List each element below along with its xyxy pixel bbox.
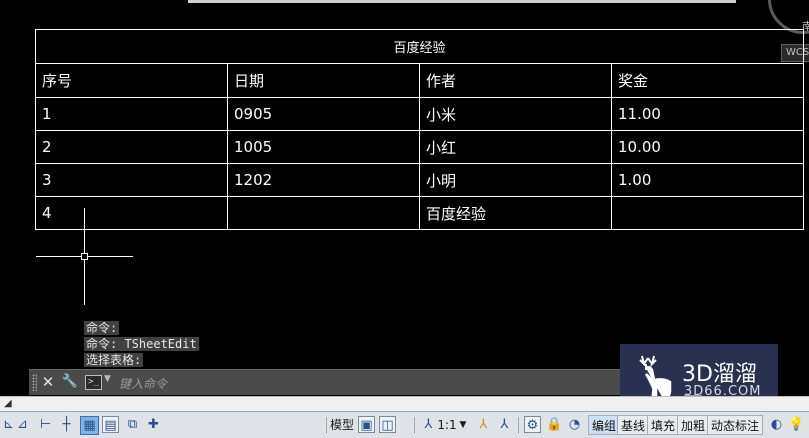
chevron-down-icon[interactable]: ▼ (458, 416, 468, 434)
gear-icon[interactable]: ⚙ (524, 416, 541, 433)
hardware-acceleration-icon[interactable]: ◔ (566, 416, 583, 433)
table-row: 3 1202 小明 1.00 (35, 163, 805, 197)
table-row: 2 1005 小红 10.00 (35, 130, 805, 164)
table-cell[interactable]: 1005 (227, 130, 420, 164)
crosshair-pickbox (81, 253, 88, 260)
command-prompt-icon[interactable]: >_ (85, 375, 102, 390)
header-cell-author[interactable]: 作者 (419, 63, 612, 98)
customize-wrench-icon[interactable]: 🔧 (61, 373, 79, 391)
table-cell[interactable]: 11.00 (610, 97, 805, 131)
layout-tab-row: ◢ (0, 396, 809, 411)
table-cell[interactable]: 0905 (227, 97, 420, 131)
status-separator (326, 417, 327, 433)
status-separator (518, 417, 519, 433)
layout-icon[interactable]: ▣ (358, 416, 375, 433)
snap-mode-icon[interactable]: ⊢ (37, 416, 54, 433)
table-cell[interactable]: 1202 (227, 163, 420, 197)
dynamic-dimension-button[interactable]: 动态标注 (707, 415, 764, 435)
chevron-down-icon[interactable]: ▼ (104, 374, 111, 384)
auto-scale-icon[interactable]: ⅄ (496, 416, 513, 433)
quick-view-icon[interactable]: ◫ (379, 416, 396, 433)
table-title-row: 百度经验 (34, 29, 805, 64)
infer-constraints-icon[interactable]: ⊿ (14, 416, 31, 433)
table-cell[interactable]: 小米 (419, 97, 612, 131)
grip-handle-icon[interactable] (32, 374, 37, 391)
table-header-row: 序号 日期 作者 奖金 (35, 63, 805, 98)
lock-icon[interactable]: 🔒 (546, 416, 563, 433)
table-cell[interactable]: 1 (35, 97, 228, 131)
table-cell[interactable] (227, 196, 420, 230)
table-row: 4 百度经验 (35, 196, 805, 230)
table-cell[interactable]: 3 (35, 163, 228, 197)
isolate-objects-icon[interactable]: ◐ (768, 416, 785, 433)
model-space-toggle[interactable]: 模型 (328, 416, 356, 434)
add-icon[interactable]: ✚ (145, 416, 162, 433)
table-cell[interactable]: 4 (35, 196, 228, 230)
command-input[interactable] (117, 373, 621, 394)
table-title[interactable]: 百度经验 (34, 29, 805, 64)
header-cell-bonus[interactable]: 奖金 (610, 63, 805, 98)
annotation-scale-icon[interactable]: ⅄ (420, 416, 437, 433)
bold-button[interactable]: 加粗 (677, 415, 710, 435)
table-cell[interactable] (610, 196, 805, 230)
table-cell[interactable]: 小明 (419, 163, 612, 197)
drawing-table[interactable]: 百度经验 序号 日期 作者 奖金 1 0905 小米 11.00 2 1005 … (34, 29, 805, 230)
baseline-button[interactable]: 基线 (617, 415, 650, 435)
fill-button[interactable]: 填充 (647, 415, 680, 435)
viewport-top-edge (188, 0, 736, 3)
header-cell-date[interactable]: 日期 (227, 63, 420, 98)
annotation-visibility-icon[interactable]: ⅄ (475, 416, 492, 433)
command-history-line: 选择表格: (84, 353, 144, 367)
header-cell-index[interactable]: 序号 (35, 63, 228, 98)
grid-display-icon[interactable]: ▦ (80, 416, 99, 435)
group-button[interactable]: 编组 (588, 415, 621, 435)
command-history-line: 命令: (84, 321, 120, 335)
lineweight-icon[interactable]: ▤ (102, 416, 119, 433)
selection-cycling-icon[interactable]: ⧉ (124, 416, 141, 433)
command-history-line: 命令: TSheetEdit (84, 337, 199, 351)
table-cell[interactable]: 1.00 (610, 163, 805, 197)
table-cell[interactable]: 小红 (419, 130, 612, 164)
table-cell[interactable]: 百度经验 (419, 196, 612, 230)
lightbulb-icon[interactable]: 💡 (788, 416, 805, 433)
table-row: 1 0905 小米 11.00 (35, 97, 805, 131)
scroll-left-icon[interactable]: ◢ (4, 398, 12, 409)
ortho-icon[interactable]: ┼ (58, 416, 75, 433)
status-bar: ⊾ ⊿ ⊢ ┼ ▦ ▤ ⧉ ✚ 模型 ▣ ◫ ⅄ 1:1 ▼ ⅄ ⅄ ⚙ 🔒 ◔… (0, 411, 809, 438)
status-separator (414, 417, 415, 433)
table-cell[interactable]: 2 (35, 130, 228, 164)
annotation-scale-value[interactable]: 1:1 (436, 416, 458, 434)
close-icon[interactable]: ✕ (40, 373, 56, 391)
table-cell[interactable]: 10.00 (610, 130, 805, 164)
command-bar: ✕ 🔧 >_ ▼ (29, 369, 640, 395)
